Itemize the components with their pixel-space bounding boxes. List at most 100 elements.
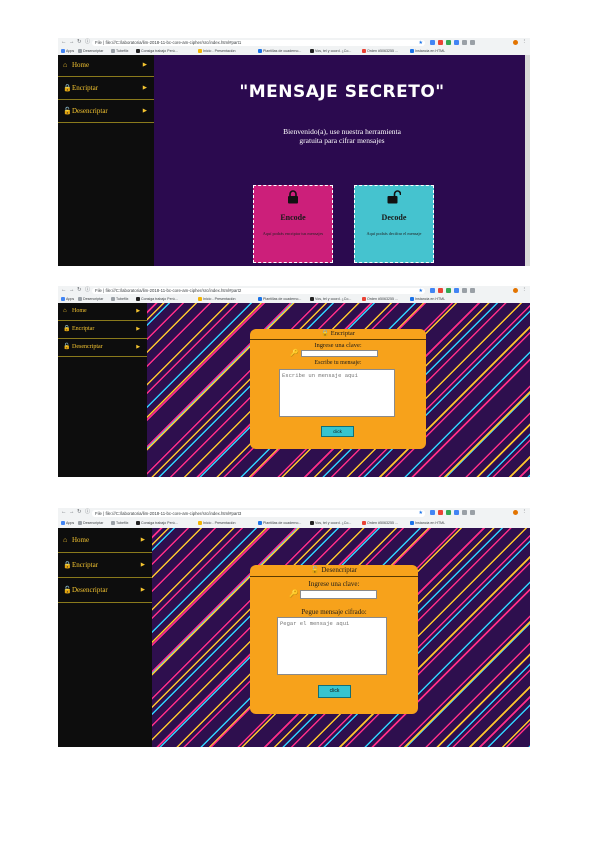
bookmark-item[interactable]: Apps: [61, 296, 74, 301]
extension-icon[interactable]: [446, 509, 451, 515]
bookmark-item[interactable]: Consiga trabajo Perú...: [136, 296, 178, 301]
menu-icon[interactable]: ⋮: [522, 287, 528, 294]
sidebar-item-encriptar[interactable]: 🔒 Encriptar ▶: [58, 321, 147, 339]
message-textarea[interactable]: [279, 369, 395, 417]
bookmark-item[interactable]: Inicio - Presentación: [198, 48, 236, 53]
bookmark-item[interactable]: Plantillas de cuaderno...: [258, 520, 301, 525]
panel-header: 🔒 Encriptar: [250, 329, 426, 340]
forward-icon[interactable]: →: [69, 39, 75, 46]
sidebar-item-encriptar[interactable]: 🔒 Encriptar ▶: [58, 553, 152, 578]
home-icon: ⌂: [63, 536, 68, 544]
extension-icon[interactable]: [430, 287, 435, 293]
extension-icon[interactable]: [454, 509, 459, 515]
key-input[interactable]: [300, 590, 377, 599]
avatar[interactable]: [513, 509, 518, 515]
extension-icon[interactable]: [470, 39, 475, 45]
bookmark-item[interactable]: Inicio - Presentación: [198, 520, 236, 525]
extension-icon[interactable]: [470, 509, 475, 515]
url-bar[interactable]: File | file:///C:/laboratoria/lim-2018-1…: [92, 39, 425, 46]
sidebar-item-home[interactable]: ⌂ Home ▶: [58, 55, 154, 77]
reload-icon[interactable]: ↻: [77, 287, 82, 294]
extension-icon[interactable]: [446, 39, 451, 45]
bookmark-item[interactable]: Orden #5063255 ...: [362, 296, 398, 301]
bookmark-item[interactable]: Vos, tel y coord. ¿Co...: [310, 296, 351, 301]
bookmark-item[interactable]: Apps: [61, 520, 74, 525]
chevron-right-icon: ▶: [140, 562, 145, 568]
sidebar-item-desencriptar[interactable]: 🔓 Desencriptar ▶: [58, 578, 152, 603]
forward-icon[interactable]: →: [69, 509, 75, 516]
extension-icon[interactable]: [430, 39, 435, 45]
chevron-right-icon: ▶: [142, 108, 147, 114]
avatar[interactable]: [513, 39, 518, 45]
browser-chrome: ← → ↻ ⓘ File | file:///C:/laboratoria/li…: [58, 508, 530, 529]
back-icon[interactable]: ←: [61, 509, 67, 516]
extension-icon[interactable]: [430, 509, 435, 515]
bookmark-item[interactable]: Instancia en HTML: [410, 296, 445, 301]
bookmark-star-icon[interactable]: ★: [419, 510, 423, 517]
bookmark-item[interactable]: Orden #5063255 ...: [362, 520, 398, 525]
sidebar-item-desencriptar[interactable]: 🔓 Desencriptar ▶: [58, 100, 154, 123]
click-button[interactable]: click: [318, 685, 351, 698]
forward-icon[interactable]: →: [69, 287, 75, 294]
bookmark-item[interactable]: Tubeflix: [111, 520, 128, 525]
sidebar-item-home[interactable]: ⌂ Home ▶: [58, 528, 152, 553]
extension-icon[interactable]: [470, 287, 475, 293]
key-input[interactable]: [301, 350, 378, 357]
bookmark-item[interactable]: Plantillas de cuaderno...: [258, 48, 301, 53]
extension-icon[interactable]: [454, 39, 459, 45]
url-bar[interactable]: File | file:///C:/laboratoria/lim-2018-1…: [92, 287, 425, 294]
encode-title: Encode: [280, 213, 306, 222]
menu-icon[interactable]: ⋮: [522, 39, 528, 46]
bookmark-item[interactable]: Vos, tel y coord. ¿Co...: [310, 48, 351, 53]
panel-title: Desencriptar: [321, 566, 358, 574]
bookmark-item[interactable]: Vos, tel y coord. ¿Co...: [310, 520, 351, 525]
extension-icon[interactable]: [438, 39, 443, 45]
file-label: File: [95, 287, 102, 293]
bookmark-item[interactable]: Desencriptar: [78, 520, 103, 525]
message-textarea[interactable]: [277, 617, 387, 675]
extension-icon[interactable]: [462, 287, 467, 293]
back-icon[interactable]: ←: [61, 39, 67, 46]
file-label: File: [95, 510, 102, 516]
extension-icon[interactable]: [446, 287, 451, 293]
file-label: File: [95, 39, 102, 45]
key-icon: 🔑: [290, 349, 299, 357]
bookmark-item[interactable]: Apps: [61, 48, 74, 53]
bookmark-item[interactable]: Desencriptar: [78, 48, 103, 53]
encode-card[interactable]: Encode Aquí podrás encriptar tus mensaje…: [253, 185, 333, 263]
sidebar-item-desencriptar[interactable]: 🔓 Desencriptar ▶: [58, 339, 147, 357]
scrollbar[interactable]: [525, 55, 530, 266]
extension-icon[interactable]: [438, 287, 443, 293]
bookmark-item[interactable]: Orden #5063255 ...: [362, 48, 398, 53]
bookmark-item[interactable]: Consiga trabajo Perú...: [136, 48, 178, 53]
bookmark-item[interactable]: Tubeflix: [111, 48, 128, 53]
lock-icon: 🔒: [63, 561, 72, 569]
sidebar-item-home[interactable]: ⌂ Home ▶: [58, 303, 147, 321]
decode-card[interactable]: Decode Aquí podrás decifrar el mensaje: [354, 185, 434, 263]
url-bar[interactable]: File | file:///C:/laboratoria/lim-2018-1…: [92, 509, 425, 517]
bookmark-item[interactable]: Instancia en HTML: [410, 48, 445, 53]
click-button[interactable]: click: [321, 426, 354, 437]
bookmark-item[interactable]: Plantillas de cuaderno...: [258, 296, 301, 301]
reload-icon[interactable]: ↻: [77, 39, 82, 46]
bookmark-item[interactable]: Consiga trabajo Perú...: [136, 520, 178, 525]
bookmark-item[interactable]: Inicio - Presentación: [198, 296, 236, 301]
bookmark-item[interactable]: Tubeflix: [111, 296, 128, 301]
bookmark-item[interactable]: Instancia en HTML: [410, 520, 445, 525]
bookmark-star-icon[interactable]: ★: [419, 288, 423, 294]
sidebar-item-encriptar[interactable]: 🔒 Encriptar ▶: [58, 77, 154, 100]
home-icon: ⌂: [63, 61, 68, 69]
welcome-text: Bienvenido(a), use nuestra herramienta g…: [283, 127, 401, 145]
url-text: file:///C:/laboratoria/lim-2018-11-bc-co…: [105, 287, 242, 293]
back-icon[interactable]: ←: [61, 287, 67, 294]
reload-icon[interactable]: ↻: [77, 509, 82, 516]
menu-icon[interactable]: ⋮: [522, 509, 528, 516]
extension-icon[interactable]: [438, 509, 443, 515]
bookmark-star-icon[interactable]: ★: [419, 40, 423, 46]
extension-icon[interactable]: [454, 287, 459, 293]
key-label: Ingrese una clave:: [308, 580, 360, 588]
extension-icon[interactable]: [462, 509, 467, 515]
avatar[interactable]: [513, 287, 518, 293]
extension-icon[interactable]: [462, 39, 467, 45]
bookmark-item[interactable]: Desencriptar: [78, 296, 103, 301]
